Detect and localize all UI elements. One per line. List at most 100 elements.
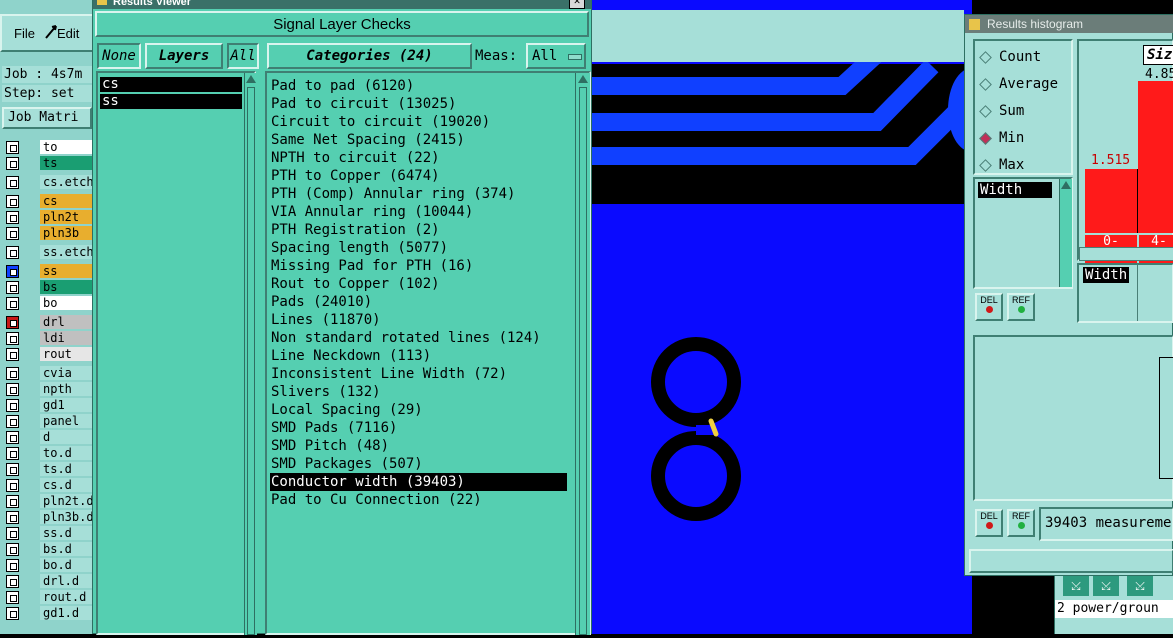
matrix-row[interactable]: rout: [4, 347, 92, 362]
category-item[interactable]: Local Spacing (29): [270, 401, 567, 419]
matrix-row[interactable]: cvia: [4, 366, 92, 381]
matrix-layer-name[interactable]: ss: [40, 264, 92, 278]
meas-dropdown[interactable]: All: [526, 43, 586, 69]
mode-option[interactable]: Count: [979, 45, 1071, 72]
category-item[interactable]: Missing Pad for PTH (16): [270, 257, 567, 275]
matrix-row[interactable]: d: [4, 430, 92, 445]
category-item[interactable]: VIA Annular ring (10044): [270, 203, 567, 221]
layer-checkbox[interactable]: [6, 211, 19, 224]
matrix-layer-name[interactable]: drl.d: [40, 574, 92, 588]
categories-button[interactable]: Categories (24): [267, 43, 472, 69]
matrix-row[interactable]: cs.d: [4, 478, 92, 493]
layer-checkbox[interactable]: [6, 591, 19, 604]
matrix-layer-name[interactable]: bo.d: [40, 558, 92, 572]
layer-checkbox[interactable]: [6, 495, 19, 508]
delete-button[interactable]: DEL: [975, 293, 1003, 321]
matrix-row[interactable]: to: [4, 140, 92, 155]
matrix-row[interactable]: pln3b: [4, 226, 92, 241]
layer-checkbox[interactable]: [6, 511, 19, 524]
layer-checkbox[interactable]: [6, 348, 19, 361]
tool-icon-3[interactable]: ⤩: [1127, 576, 1153, 596]
categories-scrollbar[interactable]: [575, 73, 590, 635]
matrix-row[interactable]: ss.etch: [4, 245, 92, 260]
layer-checkbox[interactable]: [6, 607, 19, 620]
refresh-button-2[interactable]: REF: [1007, 509, 1035, 537]
chart-hscrollbar[interactable]: [1079, 247, 1173, 261]
matrix-row[interactable]: pln3b.d: [4, 510, 92, 525]
layer-checkbox[interactable]: [6, 543, 19, 556]
category-item[interactable]: NPTH to circuit (22): [270, 149, 567, 167]
layer-checkbox[interactable]: [6, 157, 19, 170]
category-item[interactable]: SMD Pitch (48): [270, 437, 567, 455]
category-item[interactable]: Circuit to circuit (19020): [270, 113, 567, 131]
category-item[interactable]: Pad to Cu Connection (22): [270, 491, 567, 509]
layers-scrollbar[interactable]: [244, 73, 257, 635]
category-item[interactable]: Inconsistent Line Width (72): [270, 365, 567, 383]
mode-option[interactable]: Average: [979, 72, 1071, 99]
matrix-row[interactable]: bo.d: [4, 558, 92, 573]
matrix-row[interactable]: ldi: [4, 331, 92, 346]
histogram-bar-1[interactable]: [1085, 169, 1138, 233]
category-item[interactable]: Line Neckdown (113): [270, 347, 567, 365]
refresh-button[interactable]: REF: [1007, 293, 1035, 321]
matrix-row[interactable]: cs: [4, 194, 92, 209]
menu-edit[interactable]: Edit: [57, 26, 79, 41]
layer-checkbox[interactable]: [6, 265, 19, 278]
matrix-layer-name[interactable]: rout: [40, 347, 92, 361]
matrix-row[interactable]: gd1.d: [4, 606, 92, 621]
layer-checkbox[interactable]: [6, 227, 19, 240]
matrix-layer-name[interactable]: cs: [40, 194, 92, 208]
layer-checkbox[interactable]: [6, 447, 19, 460]
category-item[interactable]: SMD Pads (7116): [270, 419, 567, 437]
matrix-row[interactable]: pln2t: [4, 210, 92, 225]
layer-checkbox[interactable]: [6, 332, 19, 345]
all-layers-button[interactable]: All: [227, 43, 259, 69]
matrix-layer-name[interactable]: bo: [40, 296, 92, 310]
matrix-row[interactable]: pln2t.d: [4, 494, 92, 509]
matrix-layer-name[interactable]: pln2t: [40, 210, 92, 224]
layer-checkbox[interactable]: [6, 527, 19, 540]
scroll-up-icon[interactable]: [578, 75, 588, 83]
matrix-layer-name[interactable]: bs.d: [40, 542, 92, 556]
layer-checkbox[interactable]: [6, 176, 19, 189]
matrix-row[interactable]: bo: [4, 296, 92, 311]
field-item-width[interactable]: Width: [978, 182, 1052, 198]
mode-option[interactable]: Sum: [979, 99, 1071, 126]
cam-view[interactable]: [592, 0, 996, 634]
category-item[interactable]: PTH to Copper (6474): [270, 167, 567, 185]
matrix-row[interactable]: npth: [4, 382, 92, 397]
matrix-layer-name[interactable]: gd1.d: [40, 606, 92, 620]
category-item-selected[interactable]: Conductor width (39403): [270, 473, 567, 491]
layer-checkbox[interactable]: [6, 463, 19, 476]
delete-button-2[interactable]: DEL: [975, 509, 1003, 537]
matrix-row[interactable]: ss.d: [4, 526, 92, 541]
category-item[interactable]: PTH Registration (2): [270, 221, 567, 239]
radio-diamond-icon[interactable]: [979, 132, 992, 145]
matrix-row[interactable]: bs.d: [4, 542, 92, 557]
radio-diamond-icon[interactable]: [979, 105, 992, 118]
layer-item[interactable]: cs: [100, 77, 242, 92]
mode-option[interactable]: Max: [979, 153, 1071, 180]
layer-checkbox[interactable]: [6, 281, 19, 294]
mode-option[interactable]: Min: [979, 126, 1071, 153]
histogram-bar-2[interactable]: [1138, 81, 1173, 233]
category-item[interactable]: SMD Packages (507): [270, 455, 567, 473]
category-item[interactable]: Rout to Copper (102): [270, 275, 567, 293]
scroll-thumb[interactable]: [579, 87, 587, 635]
layer-checkbox[interactable]: [6, 479, 19, 492]
matrix-layer-name[interactable]: pln3b: [40, 226, 92, 240]
category-item[interactable]: Lines (11870): [270, 311, 567, 329]
matrix-layer-name[interactable]: d: [40, 430, 92, 444]
none-button[interactable]: None: [97, 43, 141, 69]
matrix-layer-name[interactable]: cs.etch: [40, 175, 92, 189]
matrix-row[interactable]: bs: [4, 280, 92, 295]
tool-icon-1[interactable]: ⤩: [1063, 576, 1089, 596]
radio-diamond-icon[interactable]: [979, 159, 992, 172]
category-item[interactable]: Slivers (132): [270, 383, 567, 401]
matrix-layer-name[interactable]: ts: [40, 156, 92, 170]
radio-diamond-icon[interactable]: [979, 51, 992, 64]
matrix-layer-name[interactable]: ss.d: [40, 526, 92, 540]
category-item[interactable]: Pad to pad (6120): [270, 77, 567, 95]
matrix-layer-name[interactable]: pln2t.d: [40, 494, 92, 508]
matrix-layer-name[interactable]: ss.etch: [40, 245, 92, 259]
